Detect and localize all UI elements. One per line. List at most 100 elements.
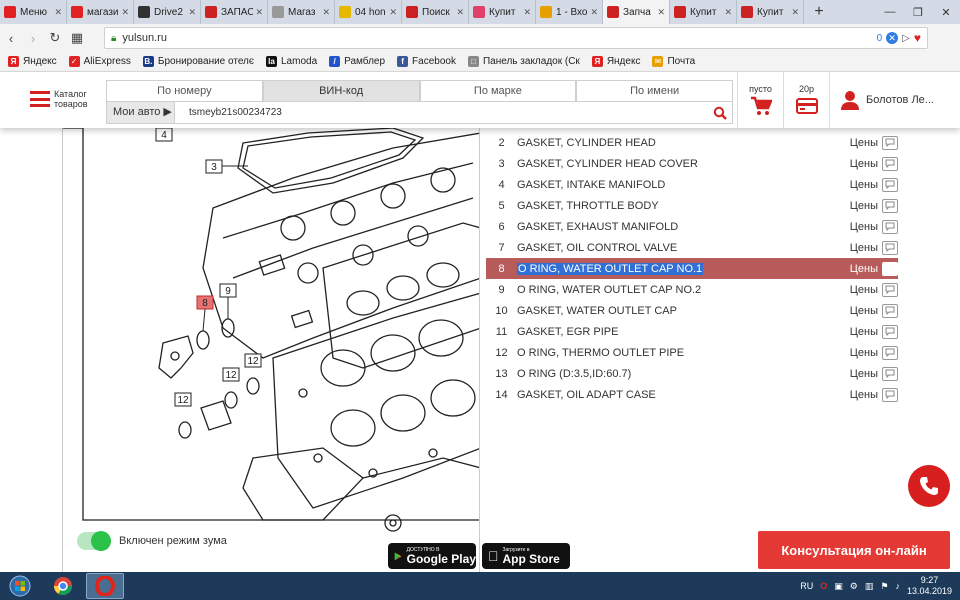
comment-icon[interactable] xyxy=(882,324,898,339)
browser-tab[interactable]: магази ✕ xyxy=(67,0,134,24)
part-row[interactable]: 5 GASKET, THROTTLE BODY Цены xyxy=(486,195,898,216)
prices-link[interactable]: Цены xyxy=(846,137,878,149)
comment-icon[interactable] xyxy=(882,219,898,234)
bookmark-item[interactable]: Я Яндекс xyxy=(591,56,640,67)
close-tab-icon[interactable]: ✕ xyxy=(456,7,464,18)
search-icon[interactable] xyxy=(708,102,732,123)
close-tab-icon[interactable]: ✕ xyxy=(54,7,62,18)
prices-link[interactable]: Цены xyxy=(846,242,878,254)
comment-icon[interactable] xyxy=(882,303,898,318)
bookmark-item[interactable]: f Facebook xyxy=(397,56,456,67)
part-row[interactable]: 6 GASKET, EXHAUST MANIFOLD Цены xyxy=(486,216,898,237)
close-tab-icon[interactable]: ✕ xyxy=(724,7,732,18)
zoom-switch[interactable] xyxy=(77,531,111,551)
reload-icon[interactable]: ↻ xyxy=(44,30,66,46)
close-tab-icon[interactable]: ✕ xyxy=(322,7,330,18)
bookmark-item[interactable]: □ Панель закладок (Ск xyxy=(467,56,580,67)
new-tab-button[interactable]: + xyxy=(804,0,834,24)
close-tab-icon[interactable]: ✕ xyxy=(188,7,196,18)
browser-tab[interactable]: Купит ✕ xyxy=(737,0,804,24)
cart-button[interactable]: пусто xyxy=(737,72,783,128)
comment-icon[interactable] xyxy=(882,240,898,255)
gear-icon[interactable]: ⚙ xyxy=(850,581,858,592)
part-row[interactable]: 11 GASKET, EGR PIPE Цены xyxy=(486,321,898,342)
language-indicator[interactable]: RU xyxy=(800,581,813,591)
bookmark-item[interactable]: B. Бронирование отелє xyxy=(142,56,254,67)
send-icon[interactable]: ▷ xyxy=(902,33,910,44)
close-tab-icon[interactable]: ✕ xyxy=(523,7,531,18)
heart-icon[interactable]: ♥ xyxy=(914,31,921,45)
part-row[interactable]: 7 GASKET, OIL CONTROL VALVE Цены xyxy=(486,237,898,258)
bookmark-item[interactable]: la Lamoda xyxy=(266,56,317,67)
bookmark-item[interactable]: / Рамблер xyxy=(329,56,385,67)
speed-dial-icon[interactable]: ▦ xyxy=(66,30,88,46)
vin-input[interactable]: tsmeyb21s00234723 xyxy=(175,102,708,123)
back-icon[interactable]: ‹ xyxy=(0,31,22,46)
bookmark-item[interactable]: ✓ AliExpress xyxy=(68,56,131,67)
comment-icon[interactable] xyxy=(882,156,898,171)
comment-icon[interactable] xyxy=(882,261,898,276)
google-play-button[interactable]: ДОСТУПНО В Google Play xyxy=(388,543,476,569)
browser-tab[interactable]: Купит ✕ xyxy=(469,0,536,24)
prices-link[interactable]: Цены xyxy=(846,389,878,401)
browser-tab[interactable]: Запча ✕ xyxy=(603,0,670,24)
part-row[interactable]: 13 O RING (D:3.5,ID:60.7) Цены xyxy=(486,363,898,384)
search-tab[interactable]: По номеру xyxy=(106,80,263,101)
balance-button[interactable]: 20р xyxy=(783,72,829,128)
part-row[interactable]: 14 GASKET, OIL ADAPT CASE Цены xyxy=(486,384,898,405)
comment-icon[interactable] xyxy=(882,345,898,360)
part-row[interactable]: 10 GASKET, WATER OUTLET CAP Цены xyxy=(486,300,898,321)
prices-link[interactable]: Цены xyxy=(846,305,878,317)
search-tab[interactable]: По имени xyxy=(576,80,733,101)
prices-link[interactable]: Цены xyxy=(846,200,878,212)
close-tab-icon[interactable]: ✕ xyxy=(590,7,598,18)
comment-icon[interactable] xyxy=(882,135,898,150)
volume-icon[interactable]: ♪ xyxy=(895,581,900,591)
prices-link[interactable]: Цены xyxy=(846,284,878,296)
browser-tab[interactable]: 04 hon ✕ xyxy=(335,0,402,24)
part-row[interactable]: 8 O RING, WATER OUTLET CAP NO.1 Цены xyxy=(486,258,898,279)
comment-icon[interactable] xyxy=(882,366,898,381)
start-button[interactable] xyxy=(0,572,40,600)
browser-tab[interactable]: Поиск ✕ xyxy=(402,0,469,24)
browser-tab[interactable]: Купит ✕ xyxy=(670,0,737,24)
part-row[interactable]: 9 O RING, WATER OUTLET CAP NO.2 Цены xyxy=(486,279,898,300)
prices-link[interactable]: Цены xyxy=(846,368,878,380)
browser-tab[interactable]: Drive2 ✕ xyxy=(134,0,201,24)
part-row[interactable]: 12 O RING, THERMO OUTLET PIPE Цены xyxy=(486,342,898,363)
prices-link[interactable]: Цены xyxy=(846,263,878,275)
clock[interactable]: 9:27 13.04.2019 xyxy=(907,575,952,597)
comment-icon[interactable] xyxy=(882,177,898,192)
prices-link[interactable]: Цены xyxy=(846,326,878,338)
flag-icon[interactable]: ⚑ xyxy=(880,581,888,592)
prices-link[interactable]: Цены xyxy=(846,347,878,359)
my-auto-button[interactable]: Мои авто ▶ xyxy=(107,102,175,123)
app-store-button[interactable]:  Загрузите в App Store xyxy=(482,543,570,569)
close-tab-icon[interactable]: ✕ xyxy=(255,7,263,18)
tray-app-icon[interactable]: ▣ xyxy=(834,581,843,592)
zoom-mode-toggle[interactable]: Включен режим зума xyxy=(77,531,227,551)
parts-diagram[interactable]: 4 3 8 9 12 12 12 Включен режим зума xyxy=(62,128,480,572)
part-row[interactable]: 3 GASKET, CYLINDER HEAD COVER Цены xyxy=(486,153,898,174)
maximize-icon[interactable]: ❐ xyxy=(904,0,932,24)
prices-link[interactable]: Цены xyxy=(846,158,878,170)
browser-tab[interactable]: 1 - Вхо ✕ xyxy=(536,0,603,24)
comment-icon[interactable] xyxy=(882,387,898,402)
prices-link[interactable]: Цены xyxy=(846,179,878,191)
prices-link[interactable]: Цены xyxy=(846,221,878,233)
browser-tab[interactable]: Меню ✕ xyxy=(0,0,67,24)
part-row[interactable]: 2 GASKET, CYLINDER HEAD Цены xyxy=(486,132,898,153)
url-field[interactable]: 🔒︎ yulsun.ru 0 ✕ ▷ ♥ xyxy=(104,27,928,49)
close-tab-icon[interactable]: ✕ xyxy=(389,7,397,18)
browser-tab[interactable]: Магаз ✕ xyxy=(268,0,335,24)
network-icon[interactable]: ▥ xyxy=(865,581,874,592)
close-tab-icon[interactable]: ✕ xyxy=(657,7,665,18)
browser-tab[interactable]: ЗАПАС ✕ xyxy=(201,0,268,24)
part-row[interactable]: 4 GASKET, INTAKE MANIFOLD Цены xyxy=(486,174,898,195)
user-account-button[interactable]: Болотов Ле... xyxy=(829,72,960,128)
comment-icon[interactable] xyxy=(882,282,898,297)
adblock-icon[interactable]: ✕ xyxy=(886,32,899,44)
close-window-icon[interactable]: ✕ xyxy=(932,0,960,24)
taskbar-opera[interactable] xyxy=(86,573,124,599)
opera-tray-icon[interactable]: O xyxy=(820,581,827,591)
